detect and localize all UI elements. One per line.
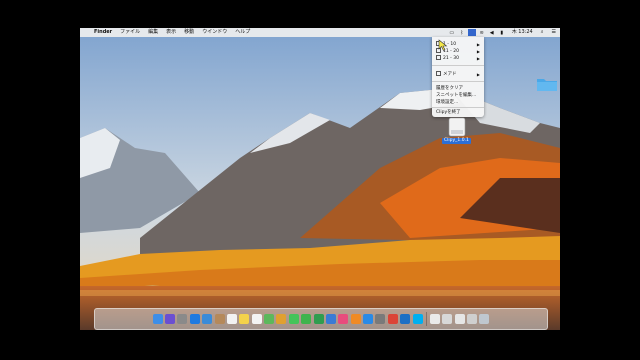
appstore-icon[interactable] <box>363 314 373 324</box>
submenu-arrow-icon: ▶ <box>476 56 480 61</box>
menu-bar: Finder ファイル 編集 表示 移動 ウインドウ ヘルプ ▭ ᛒ ≋ ◀ ▮… <box>80 28 560 37</box>
xcode-icon[interactable] <box>400 314 411 324</box>
menu-window[interactable]: ウインドウ <box>198 28 231 37</box>
mouse-cursor-icon <box>438 39 448 51</box>
calendar-icon[interactable] <box>226 314 237 324</box>
desktop-folder-icon[interactable] <box>536 76 558 92</box>
menu-app-finder[interactable]: Finder <box>90 28 116 37</box>
clipy-status-icon[interactable]: ▭ <box>448 29 456 36</box>
submenu-arrow-icon: ▶ <box>476 42 480 47</box>
notification-center-icon[interactable]: ☰ <box>548 28 560 37</box>
chrome-icon[interactable] <box>387 314 398 324</box>
menu-help[interactable]: ヘルプ <box>231 28 254 37</box>
desktop-wallpaper <box>80 28 560 330</box>
skype-icon[interactable] <box>412 314 423 324</box>
battery-icon[interactable]: ▮ <box>498 29 506 36</box>
downloads-icon[interactable] <box>442 314 453 324</box>
spotlight-icon[interactable]: ⌕ <box>537 28 548 37</box>
maps-icon[interactable] <box>264 314 274 324</box>
volume-icon[interactable]: ◀ <box>488 29 496 36</box>
submenu-arrow-icon: ▶ <box>476 72 480 77</box>
menu-item-preferences[interactable]: 環境設定... <box>436 99 480 106</box>
document-icon[interactable] <box>429 314 440 324</box>
keynote-icon[interactable] <box>325 314 336 324</box>
numbers-icon[interactable] <box>313 314 324 324</box>
disk-image-label[interactable]: Clipy_1.0.1 <box>442 138 471 144</box>
reminders-icon[interactable] <box>251 314 262 324</box>
wifi-icon[interactable]: ≋ <box>478 29 486 36</box>
menu-edit[interactable]: 編集 <box>144 28 162 37</box>
dock-apps <box>151 314 423 324</box>
menu-item-snippet-folder[interactable]: メアド ▶ <box>436 71 480 78</box>
system-preferences-icon[interactable] <box>375 314 386 324</box>
menu-item-edit-snippets[interactable]: スニペットを編集... <box>436 92 480 99</box>
menu-file[interactable]: ファイル <box>116 28 144 37</box>
mail-icon[interactable] <box>202 314 213 324</box>
bluetooth-icon[interactable]: ᛒ <box>458 29 466 36</box>
clipy-app-icon[interactable] <box>467 29 476 36</box>
folder-icon <box>436 71 441 76</box>
dock-separator <box>425 312 427 326</box>
disk-image-icon[interactable] <box>446 116 468 138</box>
finder-icon[interactable] <box>152 314 163 324</box>
contacts-icon[interactable] <box>214 314 225 324</box>
status-tray: ▭ ᛒ ≋ ◀ ▮ 木 13:24 ⌕ ☰ <box>448 28 560 37</box>
menubar-clock[interactable]: 木 13:24 <box>508 28 537 37</box>
menu-separator <box>432 107 484 108</box>
facetime-icon[interactable] <box>301 314 312 324</box>
safari-icon[interactable] <box>189 314 200 324</box>
menu-separator <box>432 65 484 66</box>
launchpad-icon[interactable] <box>177 314 188 324</box>
messages-icon[interactable] <box>288 314 299 324</box>
notes-icon[interactable] <box>239 314 250 324</box>
screenshot-icon[interactable] <box>467 314 477 324</box>
ibooks-icon[interactable] <box>350 314 361 324</box>
photos-icon[interactable] <box>276 314 287 324</box>
menu-view[interactable]: 表示 <box>162 28 180 37</box>
dock <box>94 308 548 330</box>
trash-icon[interactable] <box>479 314 490 324</box>
menu-item-history-21-30[interactable]: 21 - 30 ▶ <box>436 55 480 62</box>
preview-icon[interactable] <box>454 314 465 324</box>
menu-separator <box>432 81 484 82</box>
siri-icon[interactable] <box>165 314 175 324</box>
submenu-arrow-icon: ▶ <box>476 49 480 54</box>
menu-go[interactable]: 移動 <box>180 28 198 37</box>
mac-screen: Finder ファイル 編集 表示 移動 ウインドウ ヘルプ ▭ ᛒ ≋ ◀ ▮… <box>80 28 560 330</box>
menu-item-quit-clipy[interactable]: Clipyを終了 <box>436 109 480 116</box>
itunes-icon[interactable] <box>338 314 349 324</box>
dock-stacks <box>429 314 491 324</box>
menu-item-clear-history[interactable]: 履歴をクリア <box>436 85 480 92</box>
folder-icon <box>436 55 441 60</box>
